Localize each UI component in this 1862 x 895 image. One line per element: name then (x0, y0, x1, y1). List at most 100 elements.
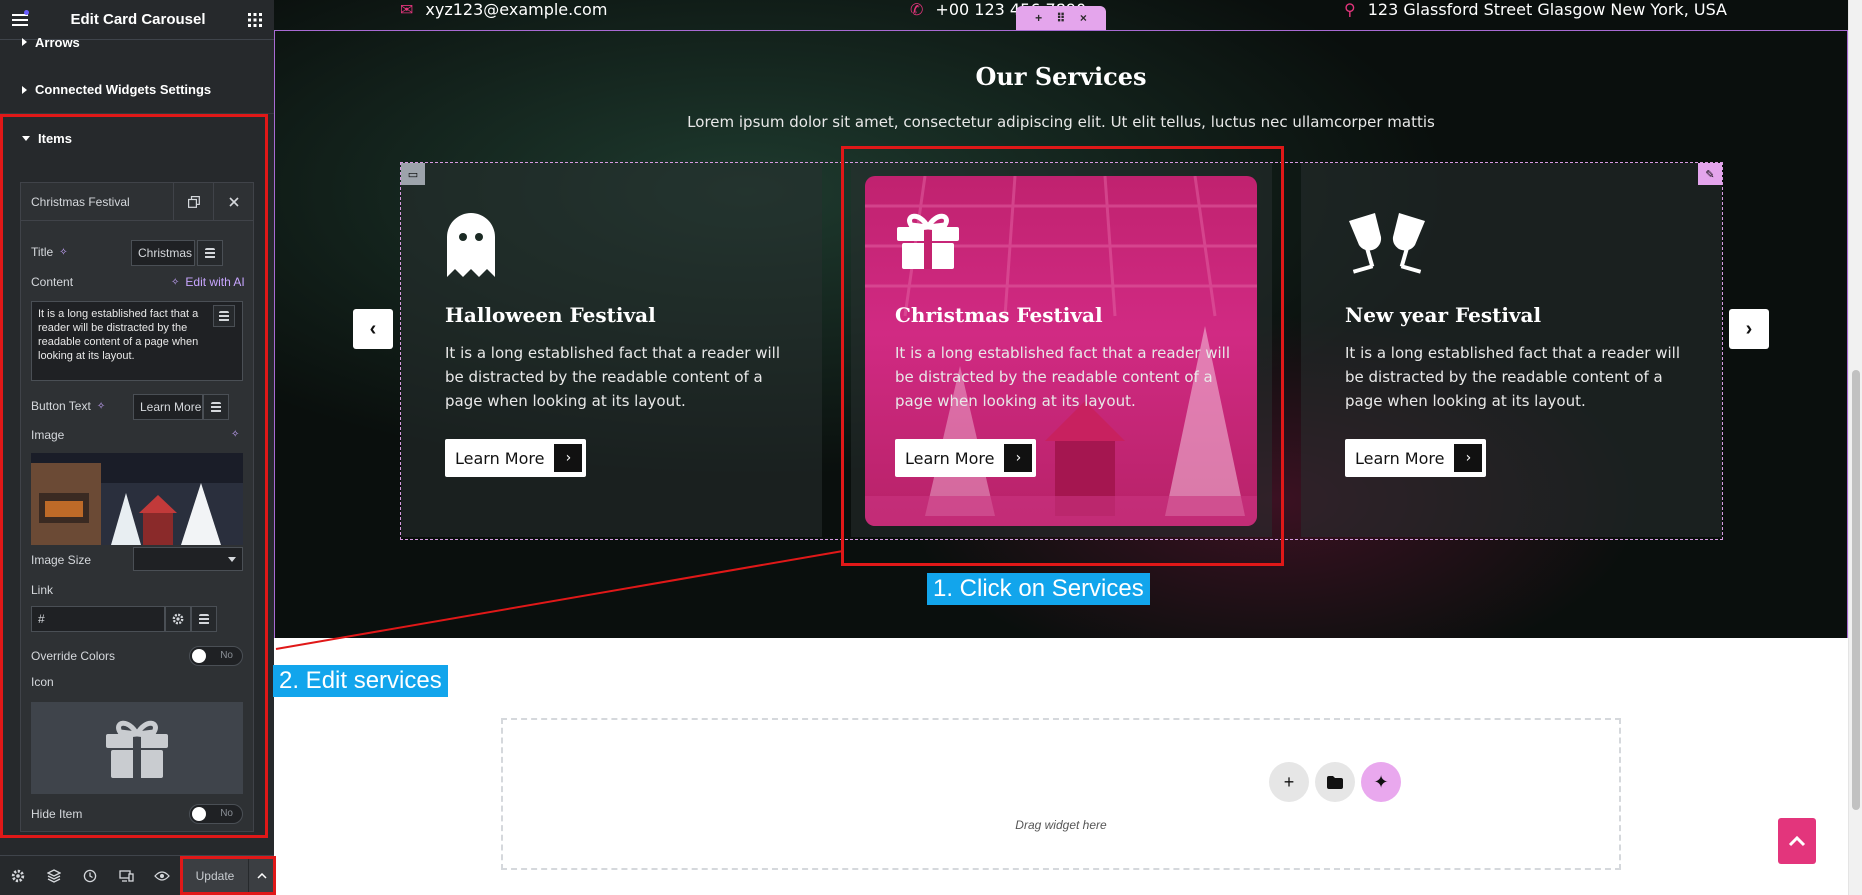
widget-edit-handle-icon[interactable]: ▭ (401, 163, 425, 185)
icon-picker[interactable] (31, 702, 243, 794)
add-element-icon[interactable]: + (1035, 11, 1042, 25)
content-textarea[interactable]: It is a long established fact that a rea… (31, 301, 243, 381)
carousel-card[interactable]: Halloween Festival It is a long establis… (401, 163, 822, 537)
scrollbar-thumb[interactable] (1852, 370, 1860, 810)
panel-footer: Update (0, 855, 274, 895)
toggle-state: No (220, 650, 233, 661)
services-title: Our Services (975, 62, 1147, 91)
services-subtitle: Lorem ipsum dolor sit amet, consectetur … (687, 113, 1435, 131)
icon-label: Icon (31, 675, 54, 689)
dynamic-tags-icon[interactable] (191, 606, 217, 632)
link-settings-gear-icon[interactable] (165, 606, 191, 632)
annotation-step-2: 2. Edit services (273, 665, 448, 697)
card-title: Christmas Festival (895, 303, 1103, 327)
drag-handle-icon[interactable]: ⠿ (1056, 11, 1065, 25)
preview-eye-icon[interactable] (144, 856, 180, 895)
layers-icon[interactable] (36, 856, 72, 895)
chevron-up-icon[interactable] (249, 856, 274, 895)
ai-sparkle-icon[interactable]: ✧ (59, 247, 67, 258)
caret-right-icon (22, 38, 27, 46)
carousel-card-active[interactable]: Christmas Festival It is a long establis… (851, 163, 1272, 537)
toggle-knob (192, 807, 206, 821)
section-connected-widgets[interactable]: Connected Widgets Settings (0, 66, 274, 114)
hide-item-toggle[interactable]: No (189, 804, 243, 824)
button-text-input[interactable]: Learn More (133, 394, 203, 420)
empty-drop-zone[interactable]: + ✦ Drag widget here (501, 718, 1621, 870)
dynamic-tags-icon[interactable] (213, 305, 235, 327)
repeater-item-header[interactable]: Christmas Festival (21, 182, 253, 221)
add-section-plus-icon[interactable]: + (1269, 762, 1309, 802)
ai-sparkle-icon[interactable]: ✧ (97, 401, 105, 412)
image-preview[interactable] (31, 453, 243, 545)
settings-gear-icon[interactable] (0, 856, 36, 895)
editor-panel: Edit Card Carousel Arrows Connected Widg… (0, 0, 274, 895)
envelope-icon: ✉ (400, 0, 414, 19)
toggle-state: No (220, 808, 233, 819)
content-label: Content (31, 275, 74, 289)
learn-more-label: Learn More (905, 448, 995, 468)
map-pin-icon: ⚲ (1344, 0, 1356, 19)
contact-address: ⚲ 123 Glassford Street Glasgow New York,… (1344, 0, 1727, 19)
phone-icon: ✆ (910, 0, 924, 19)
link-label: Link (31, 583, 54, 597)
contact-email: ✉ xyz123@example.com (400, 0, 607, 19)
carousel-card[interactable]: New year Festival It is a long establish… (1301, 163, 1722, 537)
carousel-next-button[interactable]: › (1729, 309, 1769, 349)
section-arrows-label: Arrows (35, 34, 80, 50)
widgets-grid-icon[interactable] (248, 12, 262, 27)
template-folder-icon[interactable] (1315, 762, 1355, 802)
card-text: It is a long established fact that a rea… (445, 344, 781, 410)
gift-icon (895, 211, 961, 276)
pencil-edit-icon[interactable]: ✎ (1698, 163, 1722, 185)
history-icon[interactable] (72, 856, 108, 895)
learn-more-button[interactable]: Learn More › (445, 439, 587, 477)
section-items[interactable]: Items (0, 114, 274, 162)
chevron-right-icon: › (554, 444, 583, 472)
page-scrollbar[interactable] (1848, 0, 1862, 895)
title-label: Title ✧ (31, 245, 68, 259)
ai-sparkle-icon[interactable]: ✧ (231, 429, 239, 440)
image-label: Image (31, 428, 65, 442)
card-carousel[interactable]: ▭ ✎ Halloween Festival It is a long esta… (400, 162, 1723, 540)
ai-sparkle-icon: ✧ (171, 276, 180, 288)
section-items-label: Items (38, 130, 72, 146)
dynamic-tags-icon[interactable] (203, 394, 229, 420)
edit-with-ai-link[interactable]: ✧ Edit with AI (171, 275, 245, 289)
button-text-label: Button Text ✧ (31, 399, 105, 413)
close-icon[interactable] (213, 182, 253, 221)
services-section[interactable]: ✉ xyz123@example.com ✆ +00 123 456 7890 … (274, 0, 1848, 638)
ai-sparkle-icon[interactable]: ✦ (1361, 762, 1401, 802)
learn-more-button[interactable]: Learn More › (895, 439, 1037, 477)
carousel-prev-button[interactable]: ‹ (353, 309, 393, 349)
drop-zone-hint: Drag widget here (1015, 818, 1107, 832)
card-text: It is a long established fact that a rea… (1345, 344, 1681, 410)
button-text-label-text: Button Text (31, 399, 91, 413)
section-arrows[interactable]: Arrows (0, 30, 274, 54)
chevron-right-icon: › (1454, 444, 1483, 472)
override-colors-toggle[interactable]: No (189, 646, 243, 666)
annotation-step-1: 1. Click on Services (927, 573, 1150, 605)
caret-right-icon (22, 85, 27, 94)
responsive-mode-icon[interactable] (108, 856, 144, 895)
dynamic-tags-icon[interactable] (197, 240, 223, 266)
learn-more-button[interactable]: Learn More › (1345, 439, 1487, 477)
duplicate-icon[interactable] (173, 182, 213, 221)
image-size-select[interactable] (133, 547, 243, 571)
toggle-knob (192, 649, 206, 663)
repeater-item: Christmas Festival Title ✧ Christmas Fes… (20, 182, 254, 832)
learn-more-label: Learn More (1355, 448, 1445, 468)
card-title: New year Festival (1345, 303, 1542, 327)
hide-item-label: Hide Item (31, 807, 83, 821)
section-connected-label: Connected Widgets Settings (35, 82, 212, 97)
chevron-right-icon: › (1004, 444, 1033, 472)
title-input[interactable]: Christmas Festival (131, 240, 195, 266)
delete-element-icon[interactable]: × (1080, 11, 1087, 25)
section-handle[interactable]: + ⠿ × (1016, 6, 1106, 30)
ghost-icon (445, 211, 497, 284)
image-size-label: Image Size (31, 553, 92, 567)
scroll-to-top-button[interactable] (1778, 818, 1816, 864)
link-input[interactable]: # (31, 606, 165, 632)
card-title: Halloween Festival (445, 303, 656, 327)
gift-icon (106, 720, 168, 778)
update-button[interactable]: Update (182, 856, 248, 895)
